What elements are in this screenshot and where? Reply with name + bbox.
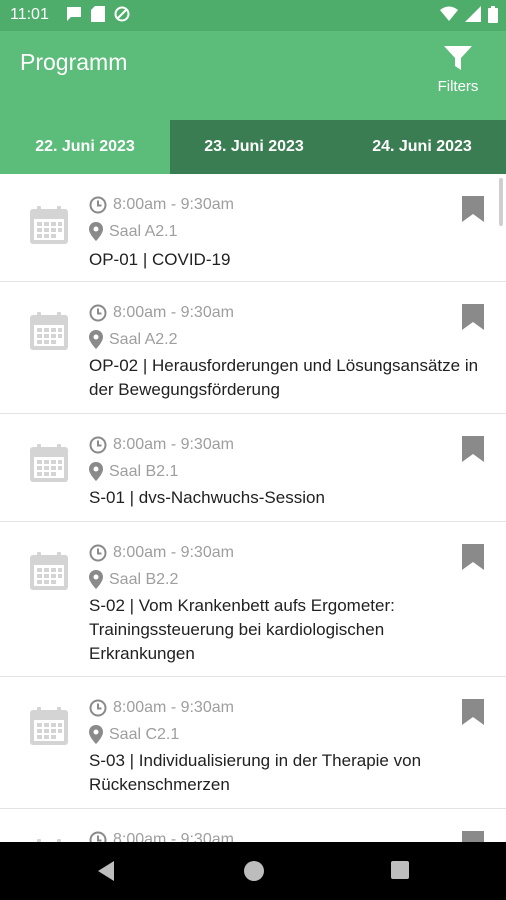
battery-icon <box>488 6 498 23</box>
bookmark-icon[interactable] <box>461 830 485 842</box>
clock-icon <box>89 544 107 562</box>
clock-icon <box>89 699 107 717</box>
filter-icon <box>444 46 472 70</box>
sd-card-icon <box>91 6 105 22</box>
notification-icons <box>66 6 130 22</box>
location-pin-icon <box>89 462 103 481</box>
tab-24-juni[interactable]: 24. Juni 2023 <box>338 120 506 174</box>
session-item[interactable]: 8:00am - 9:30am <box>0 809 506 842</box>
clock-icon <box>89 196 107 214</box>
clock-icon <box>89 831 107 842</box>
clock-icon <box>89 436 107 454</box>
session-title: OP-02 | Herausforderungen und Lösungsans… <box>89 356 479 399</box>
filters-label: Filters <box>437 78 479 95</box>
session-item[interactable]: 8:00am - 9:30am Saal A2.1 OP-01 | COVID-… <box>0 174 506 282</box>
signal-icon <box>465 6 481 22</box>
session-room: Saal B2.2 <box>89 570 178 589</box>
status-bar: 11:01 <box>0 0 506 31</box>
recents-icon[interactable] <box>390 860 410 880</box>
data-saver-icon <box>114 6 130 22</box>
bookmark-icon[interactable] <box>461 303 485 331</box>
page-title: Programm <box>20 49 128 75</box>
calendar-icon <box>30 312 68 350</box>
status-time: 11:01 <box>10 6 49 23</box>
app-bar: Programm Filters <box>0 31 506 120</box>
session-title: S-02 | Vom Krankenbett aufs Ergometer: T… <box>89 596 395 663</box>
session-time: 8:00am - 9:30am <box>89 436 234 454</box>
calendar-icon <box>30 444 68 482</box>
bookmark-icon[interactable] <box>461 543 485 571</box>
session-item[interactable]: 8:00am - 9:30am Saal B2.1 S-01 | dvs-Nac… <box>0 414 506 522</box>
message-icon <box>67 7 81 21</box>
location-pin-icon <box>89 330 103 349</box>
calendar-icon <box>30 552 68 590</box>
session-time: 8:00am - 9:30am <box>89 699 234 717</box>
session-room: Saal A2.2 <box>89 330 178 349</box>
location-pin-icon <box>89 222 103 241</box>
session-list[interactable]: 8:00am - 9:30am Saal A2.1 OP-01 | COVID-… <box>0 174 506 842</box>
system-nav-bar <box>0 842 506 900</box>
tab-23-juni[interactable]: 23. Juni 2023 <box>170 120 338 174</box>
session-item[interactable]: 8:00am - 9:30am Saal B2.2 S-02 | Vom Kra… <box>0 522 506 677</box>
date-tabs: 22. Juni 2023 23. Juni 2023 24. Juni 202… <box>0 120 506 174</box>
calendar-icon <box>30 206 68 244</box>
session-room: Saal B2.1 <box>89 462 178 481</box>
bookmark-icon[interactable] <box>461 435 485 463</box>
calendar-icon <box>30 707 68 745</box>
session-item[interactable]: 8:00am - 9:30am Saal A2.2 OP-02 | Heraus… <box>0 282 506 414</box>
session-room: Saal A2.1 <box>89 222 178 241</box>
clock-icon <box>89 304 107 322</box>
session-title: S-01 | dvs-Nachwuchs-Session <box>89 488 325 507</box>
system-icons <box>440 6 498 23</box>
filters-button[interactable]: Filters <box>428 45 488 95</box>
session-time: 8:00am - 9:30am <box>89 196 234 214</box>
session-title: S-03 | Individualisierung in der Therapi… <box>89 751 422 794</box>
session-title: OP-01 | COVID-19 <box>89 250 231 269</box>
back-icon[interactable] <box>96 860 116 882</box>
session-time: 8:00am - 9:30am <box>89 304 234 322</box>
session-time: 8:00am - 9:30am <box>89 831 234 842</box>
session-item[interactable]: 8:00am - 9:30am Saal C2.1 S-03 | Individ… <box>0 677 506 809</box>
session-room: Saal C2.1 <box>89 725 179 744</box>
home-icon[interactable] <box>243 860 265 882</box>
location-pin-icon <box>89 570 103 589</box>
bookmark-icon[interactable] <box>461 195 485 223</box>
wifi-icon <box>440 6 458 21</box>
tab-22-juni[interactable]: 22. Juni 2023 <box>0 120 170 174</box>
location-pin-icon <box>89 725 103 744</box>
scrollbar[interactable] <box>499 178 503 226</box>
session-time: 8:00am - 9:30am <box>89 544 234 562</box>
bookmark-icon[interactable] <box>461 698 485 726</box>
